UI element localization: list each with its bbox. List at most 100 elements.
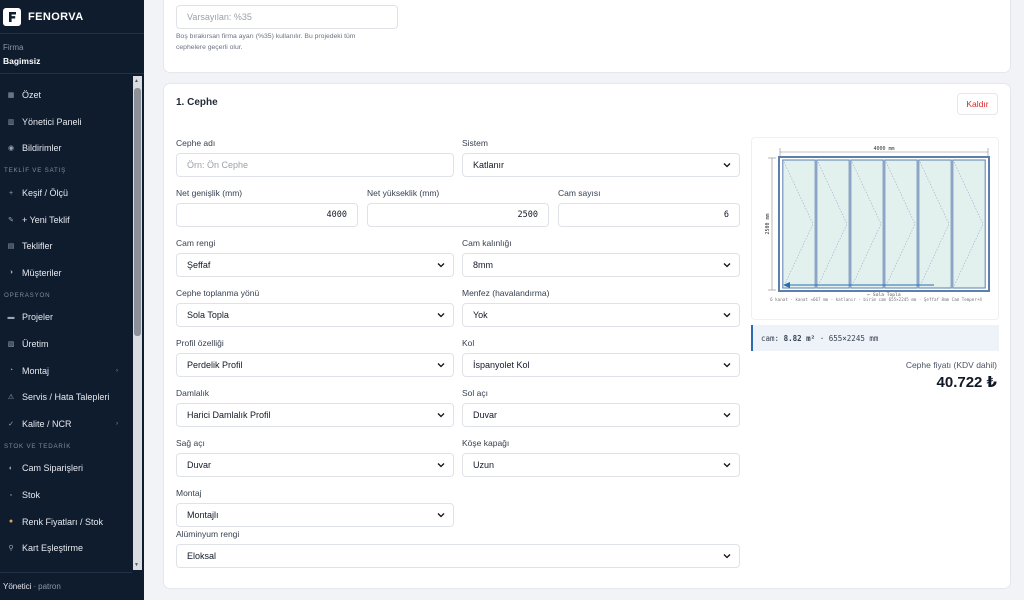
- scrollbar-thumb[interactable]: [134, 88, 141, 336]
- sidebar-item-servis[interactable]: ⚠ Servis / Hata Talepleri: [0, 384, 132, 411]
- section-stock: STOK VE TEDARİK: [4, 442, 72, 450]
- scroll-up-icon[interactable]: ▲: [134, 78, 139, 84]
- glass-panel: [816, 159, 850, 289]
- scroll-down-icon[interactable]: ▼: [134, 562, 139, 568]
- sidebar-item-cam-siparisleri[interactable]: ◐ Cam Siparişleri: [0, 455, 132, 482]
- select-value: Katlanır: [473, 160, 505, 170]
- brand-name: FENORVA: [28, 10, 84, 23]
- label-aluminyum-rengi: Alüminyum rengi: [176, 529, 240, 539]
- remove-facade-button[interactable]: Kaldır: [957, 93, 998, 115]
- facade-card: 1. Cephe Kaldır Cephe adı Örn: Ön Cephe …: [163, 83, 1011, 589]
- height-input[interactable]: 2500: [367, 203, 549, 227]
- sidebar-item-yeni-teklif[interactable]: ✎ + Yeni Teklif: [0, 206, 132, 233]
- sidebar-item-label: Renk Fiyatları / Stok: [22, 516, 104, 527]
- select-value: Sola Topla: [187, 310, 229, 320]
- chevron-down-icon: [723, 163, 731, 168]
- footer-separator: ·: [33, 582, 37, 591]
- sidebar-item-montaj[interactable]: ◔ Montaj ›: [0, 357, 132, 384]
- sidebar-scrollbar[interactable]: ▲ ▼: [133, 76, 142, 570]
- check-icon: ✓: [8, 420, 14, 428]
- label-cephe-adi: Cephe adı: [176, 138, 216, 148]
- price-value: 40.722 ₺: [936, 374, 997, 391]
- glass-thickness-select[interactable]: 8mm: [462, 253, 740, 277]
- select-value: Şeffaf: [187, 260, 211, 270]
- glass-count-input[interactable]: 6: [558, 203, 740, 227]
- user-name: patron: [38, 582, 61, 591]
- label-kol: Kol: [462, 338, 475, 348]
- sidebar-item-yonetici-paneli[interactable]: ▥ Yönetici Paneli: [0, 109, 132, 136]
- label-cam-sayisi: Cam sayısı: [558, 188, 601, 198]
- sidebar-item-label: Bildirimler: [22, 143, 62, 154]
- sidebar-item-label: Kalite / NCR: [22, 418, 72, 429]
- margin-input[interactable]: Varsayılan: %35: [176, 5, 398, 29]
- vent-select[interactable]: Yok: [462, 303, 740, 327]
- sidebar-item-bildirimler[interactable]: ◉ Bildirimler: [0, 135, 132, 162]
- sidebar-item-musteriler[interactable]: ◑ Müşteriler: [0, 260, 132, 287]
- chevron-down-icon: [437, 363, 445, 368]
- margin-hint: Boş bırakırsan firma ayarı (%35) kullanı…: [176, 33, 356, 51]
- sidebar-item-stok[interactable]: ▫ Stok: [0, 482, 132, 509]
- sidebar-item-projeler[interactable]: ▬ Projeler: [0, 304, 132, 331]
- label-yukseklik: Net yükseklik (mm): [367, 188, 440, 198]
- facade-name-input[interactable]: Örn: Ön Cephe: [176, 153, 454, 177]
- glass-info: cam: 8.82 m² · 655×2245 mm: [751, 325, 999, 351]
- drip-select[interactable]: Harici Damlalık Profil: [176, 403, 454, 427]
- glass-info-prefix: cam:: [761, 333, 780, 343]
- sidebar-item-label: Cam Siparişleri: [22, 463, 84, 474]
- sidebar-item-kesif-olcu[interactable]: + Keşif / Ölçü: [0, 180, 132, 207]
- chevron-down-icon: [723, 263, 731, 268]
- select-value: 8mm: [473, 260, 493, 270]
- facade-drawing: 4000 mm 2500 mm ← Sola Topla 6 kanat · k…: [765, 146, 990, 302]
- label-kose-kapagi: Köşe kapağı: [462, 438, 510, 448]
- sidebar-item-ozet[interactable]: ▦ Özet: [0, 82, 132, 109]
- label-profil: Profil özelliği: [176, 338, 224, 348]
- system-select[interactable]: Katlanır: [462, 153, 740, 177]
- firm-label: Firma: [3, 43, 24, 52]
- handle-select[interactable]: İspanyolet Kol: [462, 353, 740, 377]
- chevron-down-icon: [723, 413, 731, 418]
- sidebar-item-kart-eslestirme[interactable]: ⚲ Kart Eşleştirme: [0, 535, 132, 562]
- glass-panel: [918, 159, 952, 289]
- sidebar-footer: Yönetici · patron: [0, 572, 132, 600]
- link-icon: ⚲: [8, 545, 14, 553]
- sidebar-item-uretim[interactable]: ▧ Üretim: [0, 331, 132, 358]
- select-value: İspanyolet Kol: [473, 360, 530, 370]
- collect-direction-select[interactable]: Sola Topla: [176, 303, 454, 327]
- box-icon: ▫: [9, 491, 13, 499]
- chevron-down-icon: [437, 313, 445, 318]
- corner-cap-select[interactable]: Uzun: [462, 453, 740, 477]
- sidebar-item-label: Montaj: [22, 365, 50, 376]
- glass-icon: ◐: [8, 464, 14, 472]
- sidebar-item-label: Teklifler: [22, 241, 53, 252]
- sidebar-item-teklifler[interactable]: ▤ Teklifler: [0, 233, 132, 260]
- section-operations: OPERASYON: [4, 291, 51, 299]
- sidebar-item-label: Servis / Hata Talepleri: [22, 392, 110, 403]
- sidebar-item-renk-fiyatlari[interactable]: ● Renk Fiyatları / Stok: [0, 508, 132, 535]
- label-montaj: Montaj: [176, 488, 202, 498]
- profile-select[interactable]: Perdelik Profil: [176, 353, 454, 377]
- users-icon: ◑: [8, 269, 14, 277]
- chart-icon: ▥: [7, 118, 15, 126]
- bell-icon: ◉: [7, 145, 15, 153]
- section-sales: TEKLİF VE SATIŞ: [4, 167, 67, 175]
- chevron-down-icon: [437, 463, 445, 468]
- select-value: Eloksal: [187, 551, 217, 561]
- glass-panel: [884, 159, 918, 289]
- brand[interactable]: FENORVA: [0, 0, 144, 34]
- glass-color-select[interactable]: Şeffaf: [176, 253, 454, 277]
- select-value: Perdelik Profil: [187, 360, 243, 370]
- mounting-select[interactable]: Montajlı: [176, 503, 454, 527]
- right-angle-select[interactable]: Duvar: [176, 453, 454, 477]
- sidebar-item-label: Projeler: [22, 312, 54, 323]
- label-genislik: Net genişlik (mm): [176, 188, 243, 198]
- doc-icon: ▤: [7, 243, 15, 251]
- width-input[interactable]: 4000: [176, 203, 358, 227]
- label-cam-kalinligi: Cam kalınlığı: [462, 238, 512, 248]
- alu-color-select[interactable]: Eloksal: [176, 544, 740, 568]
- left-angle-select[interactable]: Duvar: [462, 403, 740, 427]
- label-cam-rengi: Cam rengi: [176, 238, 216, 248]
- width-dimension-label: 4000 mm: [873, 146, 894, 152]
- label-sag-aci: Sağ açı: [176, 438, 205, 448]
- sidebar-item-kalite[interactable]: ✓ Kalite / NCR ›: [0, 411, 132, 438]
- sidebar-item-label: Keşif / Ölçü: [22, 188, 69, 199]
